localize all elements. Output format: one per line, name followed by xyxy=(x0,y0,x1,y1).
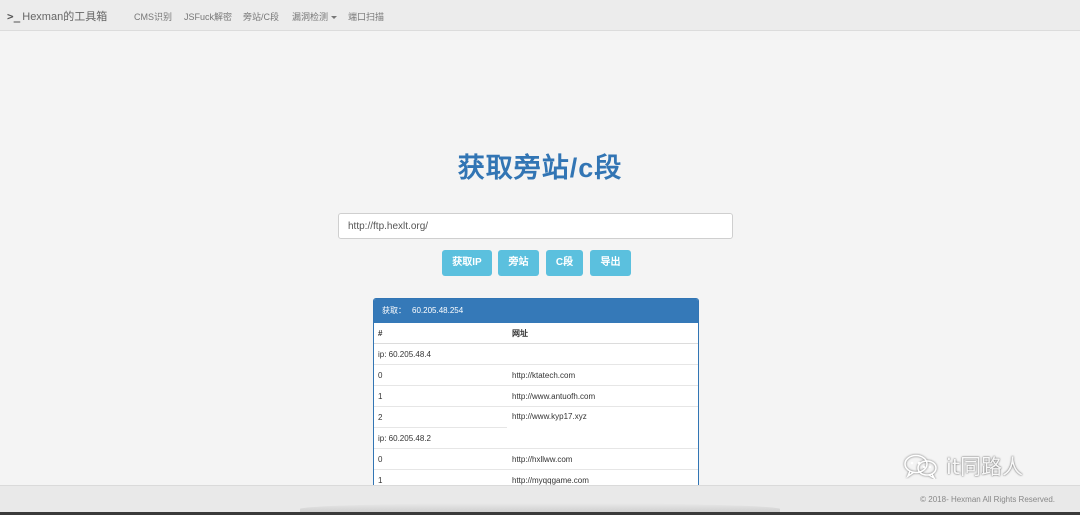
table-row: 0 http://hxllww.com xyxy=(374,448,698,470)
row-index: 1 xyxy=(374,385,507,407)
side-site-button[interactable]: 旁站 xyxy=(498,250,539,276)
nav-item-portscan[interactable]: 端口扫描 xyxy=(348,10,384,23)
export-button[interactable]: 导出 xyxy=(590,250,631,276)
ip-group-label: ip: 60.205.48.4 xyxy=(374,343,698,365)
wechat-icon xyxy=(904,454,937,479)
terminal-icon: >_ xyxy=(7,9,21,23)
row-url[interactable]: http://www.kyp17.xyz xyxy=(507,406,698,449)
table-row: 1 http://www.antuofh.com xyxy=(374,385,698,407)
ip-group-row: ip: 60.205.48.4 xyxy=(374,343,698,365)
panel-heading: 获取： 60.205.48.254 xyxy=(374,299,698,323)
panel-heading-ip: 60.205.48.254 xyxy=(412,306,464,315)
watermark-text: it同路人 xyxy=(946,455,1024,479)
row-index: 0 xyxy=(374,448,507,470)
watermark: it同路人 xyxy=(902,451,1023,481)
url-input[interactable] xyxy=(338,213,733,239)
results-panel: 获取： 60.205.48.254 # 网址 ip: 60.205.48.4 0 … xyxy=(373,298,699,498)
row-index: 0 xyxy=(374,364,507,386)
navbar: >_ Hexman的工具箱 CMS识别 JSFuck解密 旁站/C段 漏洞检测 … xyxy=(0,0,1080,31)
row-url[interactable]: http://www.antuofh.com xyxy=(507,385,698,407)
brand[interactable]: >_ Hexman的工具箱 xyxy=(7,8,107,24)
brand-name: Hexman的工具箱 xyxy=(22,11,108,23)
row-url[interactable]: http://hxllww.com xyxy=(507,448,698,470)
nav-item-jsfuck[interactable]: JSFuck解密 xyxy=(184,10,232,23)
table-row: 2 http://www.kyp17.xyz xyxy=(374,406,698,449)
results-table: # 网址 ip: 60.205.48.4 0 http://ktatech.co… xyxy=(374,323,698,490)
nav-item-sidesite[interactable]: 旁站/C段 xyxy=(243,10,279,23)
nav-item-vuln-label: 漏洞检测 xyxy=(292,12,329,22)
ip-group-label: ip: 60.205.48.2 xyxy=(374,427,507,449)
c-segment-button[interactable]: C段 xyxy=(546,250,583,276)
caret-down-icon xyxy=(331,16,338,20)
row-url[interactable]: http://ktatech.com xyxy=(507,364,698,386)
nav-item-vuln-dropdown[interactable]: 漏洞检测 xyxy=(292,10,338,23)
get-ip-button[interactable]: 获取IP xyxy=(442,250,492,276)
panel-heading-label: 获取： xyxy=(382,306,406,315)
row-index: 2 xyxy=(374,406,507,428)
page-title: 获取旁站/c段 xyxy=(457,153,623,183)
nav-item-cms[interactable]: CMS识别 xyxy=(134,10,172,23)
table-header: # 网址 xyxy=(374,323,698,344)
table-row: 0 http://ktatech.com xyxy=(374,364,698,386)
column-header-index: # xyxy=(374,323,507,344)
copyright-text: © 2018- Hexman All Rights Reserved. xyxy=(920,495,1055,504)
column-header-url: 网址 xyxy=(507,323,698,344)
